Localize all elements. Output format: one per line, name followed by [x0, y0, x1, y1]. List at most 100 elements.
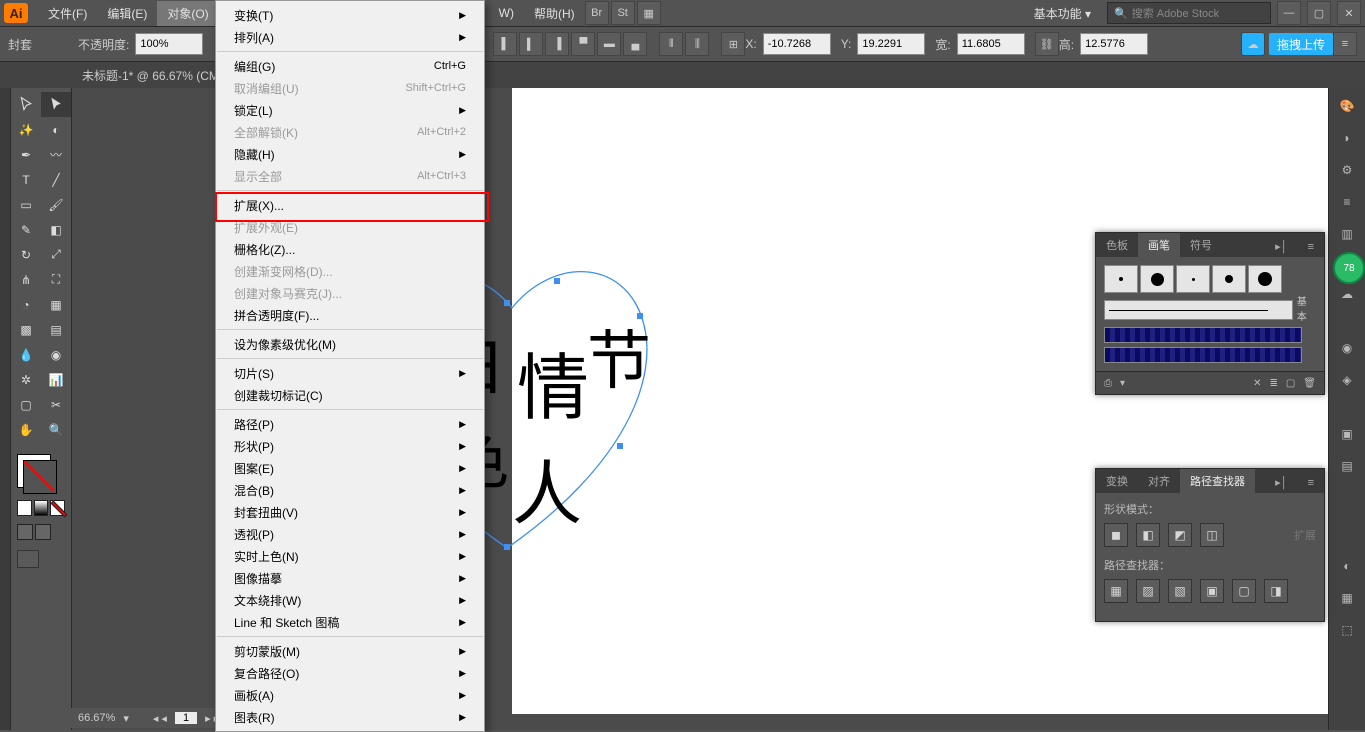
menu-item[interactable]: 复合路径(O)▶: [216, 662, 484, 684]
menu-edit[interactable]: 编辑(E): [97, 1, 157, 26]
menu-item[interactable]: Line 和 Sketch 图稿▶: [216, 611, 484, 633]
libraries-panel-icon[interactable]: ☁: [1335, 282, 1359, 306]
pathfinder-panel-icon[interactable]: ⬚: [1335, 618, 1359, 642]
panel-collapse-icon[interactable]: ▸│: [1265, 472, 1297, 493]
crop-button[interactable]: ▣: [1200, 579, 1224, 603]
layers-panel-icon[interactable]: ▣: [1335, 422, 1359, 446]
brush-lib-menu-icon[interactable]: ▾: [1120, 378, 1125, 389]
panel-menu-icon[interactable]: ≡: [1333, 32, 1357, 56]
menu-item[interactable]: 变换(T)▶: [216, 4, 484, 26]
graph-tool[interactable]: 📊: [41, 367, 71, 392]
color-panel-icon[interactable]: 🎨: [1335, 94, 1359, 118]
pathfinder-panel[interactable]: 变换 对齐 路径查找器 ▸│ ≡ 形状模式： ◼ ◧ ◩ ◫ 扩展 路径查找器：…: [1095, 468, 1325, 622]
minus-front-button[interactable]: ◧: [1136, 523, 1160, 547]
panel-menu-icon[interactable]: ≡: [1298, 473, 1324, 493]
menu-item[interactable]: 排列(A)▶: [216, 26, 484, 48]
slice-tool[interactable]: ✂: [41, 392, 71, 417]
color-swatch[interactable]: [11, 450, 71, 572]
none-mode-icon[interactable]: [50, 500, 65, 516]
delete-brush-icon[interactable]: 🗑: [1303, 378, 1316, 389]
brush-pattern-stroke[interactable]: [1104, 327, 1302, 343]
menu-help[interactable]: 帮助(H): [524, 1, 585, 26]
tab-swatches[interactable]: 色板: [1096, 233, 1138, 257]
menu-item[interactable]: 扩展(X)...: [216, 194, 484, 216]
exclude-button[interactable]: ◫: [1200, 523, 1224, 547]
scale-tool[interactable]: ⤢: [41, 242, 71, 267]
merge-button[interactable]: ▧: [1168, 579, 1192, 603]
tab-symbols[interactable]: 符号: [1180, 233, 1222, 257]
menu-item[interactable]: 透视(P)▶: [216, 523, 484, 545]
lasso-tool[interactable]: ◐: [41, 117, 71, 142]
properties-panel-icon[interactable]: ⚙: [1335, 158, 1359, 182]
mesh-tool[interactable]: ▩: [11, 317, 41, 342]
bridge-icon[interactable]: Br: [585, 1, 609, 25]
tab-align[interactable]: 对齐: [1138, 469, 1180, 493]
artboard-nav-input[interactable]: 1: [175, 712, 197, 724]
panel-collapse-icon[interactable]: ▸│: [1265, 236, 1297, 257]
hand-tool[interactable]: ✋: [11, 417, 41, 442]
notification-badge[interactable]: 78: [1333, 252, 1365, 284]
shape-builder-tool[interactable]: ◔: [11, 292, 41, 317]
zoom-level[interactable]: 66.67%: [78, 712, 115, 724]
curvature-tool[interactable]: 〰: [41, 142, 71, 167]
menu-item[interactable]: 切片(S)▶: [216, 362, 484, 384]
x-input[interactable]: -10.7268: [763, 33, 831, 55]
shaper-tool[interactable]: ✎: [11, 217, 41, 242]
w-input[interactable]: 11.6805: [957, 33, 1025, 55]
menu-item[interactable]: 锁定(L)▶: [216, 99, 484, 121]
cloud-sync-icon[interactable]: ☁: [1241, 32, 1265, 56]
menu-item[interactable]: 拼合透明度(F)...: [216, 304, 484, 326]
eyedropper-tool[interactable]: 💧: [11, 342, 41, 367]
align-vcenter-icon[interactable]: ▬: [597, 32, 621, 56]
window-minimize-icon[interactable]: —: [1277, 1, 1301, 25]
screen-mode-full-icon[interactable]: [35, 524, 51, 540]
menu-item[interactable]: 路径(P)▶: [216, 413, 484, 435]
artboards-panel-icon[interactable]: ▤: [1335, 454, 1359, 478]
zoom-tool[interactable]: 🔍: [41, 417, 71, 442]
menu-item[interactable]: 隐藏(H)▶: [216, 143, 484, 165]
appearance-panel-icon[interactable]: ◉: [1335, 336, 1359, 360]
transparency-panel-icon[interactable]: ◐: [1335, 554, 1359, 578]
menu-item[interactable]: 形状(P)▶: [216, 435, 484, 457]
distribute-v-icon[interactable]: ⫴: [659, 32, 683, 56]
tab-pathfinder[interactable]: 路径查找器: [1180, 469, 1255, 493]
upload-button[interactable]: 拖拽上传: [1269, 33, 1333, 55]
symbol-sprayer-tool[interactable]: ✲: [11, 367, 41, 392]
rectangle-tool[interactable]: ▭: [11, 192, 41, 217]
type-tool[interactable]: T: [11, 167, 41, 192]
eraser-tool[interactable]: ◧: [41, 217, 71, 242]
menu-item[interactable]: 混合(B)▶: [216, 479, 484, 501]
free-transform-tool[interactable]: ⛶: [41, 267, 71, 292]
align-bottom-icon[interactable]: ▄: [623, 32, 647, 56]
window-close-icon[interactable]: ✕: [1337, 1, 1361, 25]
width-tool[interactable]: ⋔: [11, 267, 41, 292]
menu-item[interactable]: 图表(R)▶: [216, 706, 484, 728]
gradient-panel-icon[interactable]: ▥: [1335, 222, 1359, 246]
trim-button[interactable]: ▨: [1136, 579, 1160, 603]
minus-back-button[interactable]: ◨: [1264, 579, 1288, 603]
search-input[interactable]: 🔍 搜索 Adobe Stock: [1107, 2, 1271, 24]
menu-file[interactable]: 文件(F): [38, 1, 97, 26]
h-input[interactable]: 12.5776: [1080, 33, 1148, 55]
gradient-mode-icon[interactable]: [34, 500, 49, 516]
menu-item[interactable]: 设为像素级优化(M): [216, 333, 484, 355]
align-hcenter-icon[interactable]: ▍: [519, 32, 543, 56]
screen-mode-normal-icon[interactable]: [17, 524, 33, 540]
menu-item[interactable]: 创建裁切标记(C): [216, 384, 484, 406]
align-right-icon[interactable]: ▐: [545, 32, 569, 56]
menu-item[interactable]: 图案(E)▶: [216, 457, 484, 479]
color-mode-icon[interactable]: [17, 500, 32, 516]
brush-thumbnails[interactable]: [1104, 265, 1316, 293]
stock-icon[interactable]: St: [611, 1, 635, 25]
brush-basic-stroke[interactable]: [1104, 300, 1293, 320]
selection-tool[interactable]: [11, 92, 41, 117]
new-brush-icon[interactable]: ▢: [1286, 378, 1295, 389]
distribute-h-icon[interactable]: ⫼: [685, 32, 709, 56]
brush-pattern-stroke-2[interactable]: [1104, 347, 1302, 363]
gradient-tool[interactable]: ▤: [41, 317, 71, 342]
menu-item[interactable]: 剪切蒙版(M)▶: [216, 640, 484, 662]
line-tool[interactable]: ╱: [41, 167, 71, 192]
brushes-panel[interactable]: 色板 画笔 符号 ▸│ ≡ 基本 ⎙ ▾ ✕ ≣ ▢ 🗑: [1095, 232, 1325, 395]
arrange-docs-icon[interactable]: ▦: [637, 1, 661, 25]
unite-button[interactable]: ◼: [1104, 523, 1128, 547]
